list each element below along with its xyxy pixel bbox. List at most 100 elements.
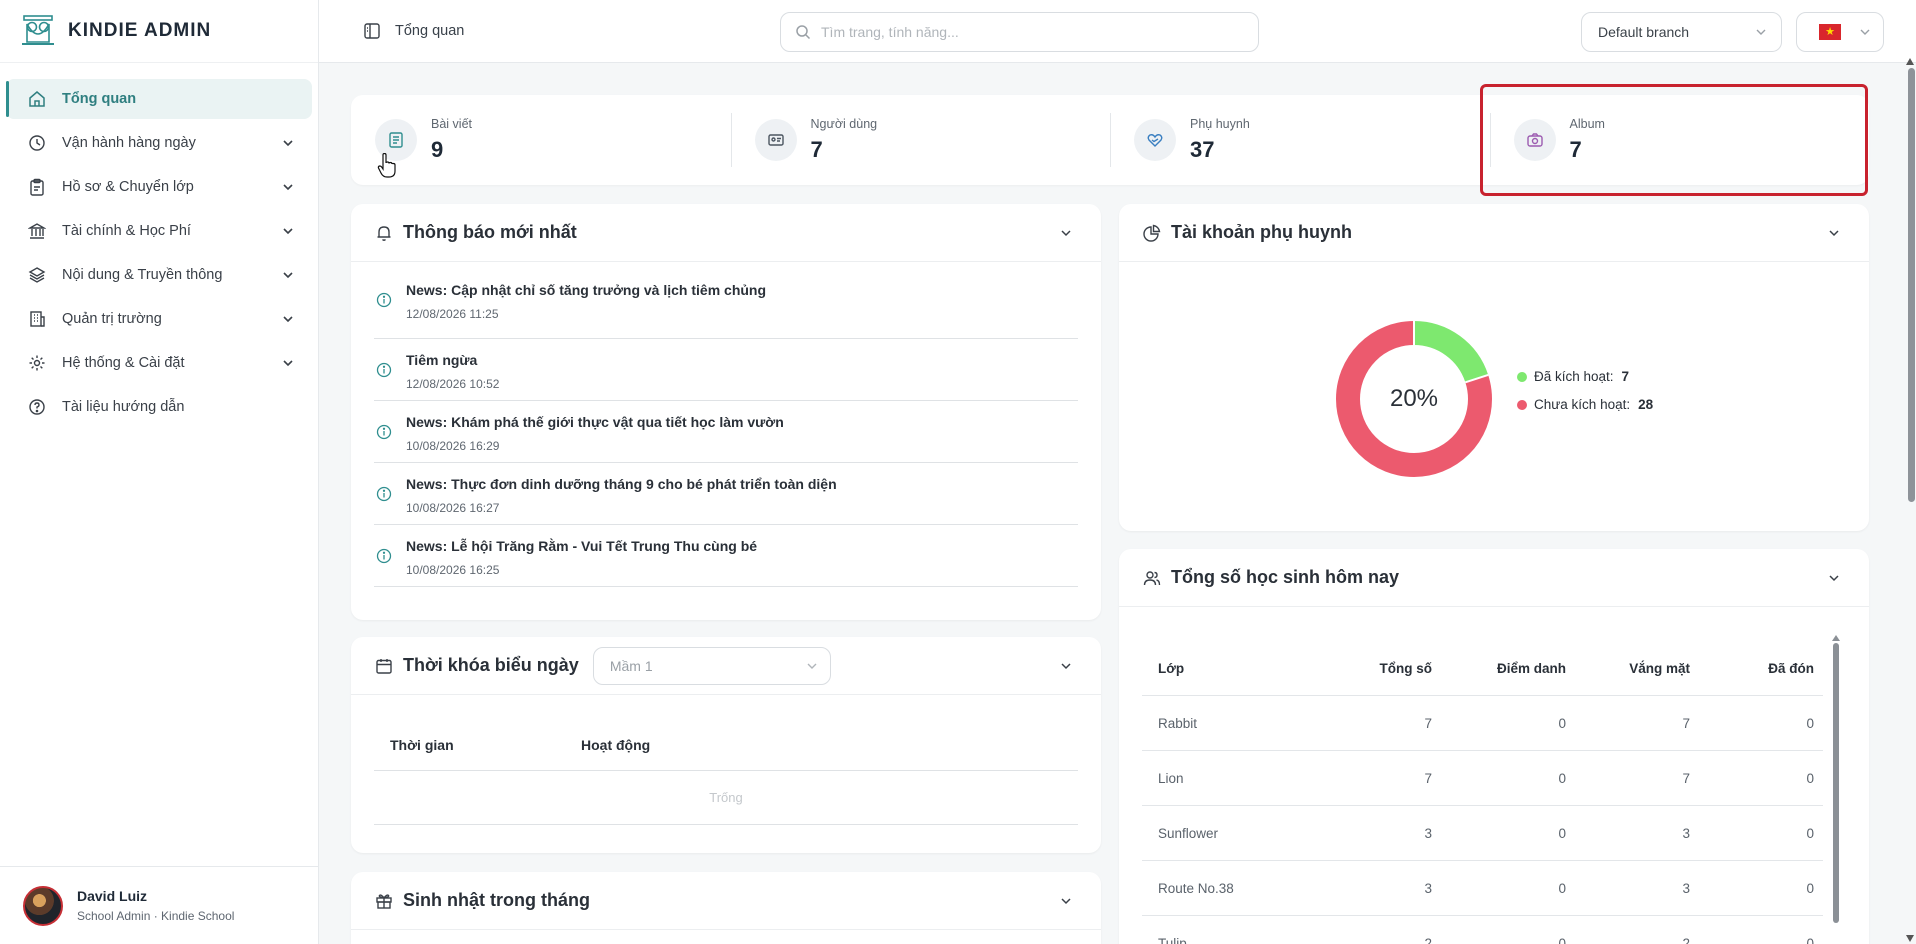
table-cell: 7 [1682, 770, 1690, 786]
table-scroll-up-arrow[interactable] [1832, 635, 1840, 641]
page-scroll-up-arrow[interactable] [1906, 58, 1914, 65]
stat-posts[interactable]: Bài viết 9 [351, 95, 731, 185]
table-cell: 3 [1424, 825, 1432, 841]
sidebar-item-label: Hồ sơ & Chuyển lớp [62, 179, 194, 195]
sidebar-item-label: Tổng quan [62, 91, 137, 107]
donut-legend: Đã kích hoạt: 7 Chưa kích hoạt: 28 [1517, 369, 1653, 425]
search-input[interactable] [821, 24, 1241, 40]
branch-select-value: Default branch [1598, 24, 1690, 40]
sidebar-item-daily-operations[interactable]: Vận hành hàng ngày [6, 123, 312, 163]
column-header: Hoạt động [581, 736, 651, 753]
legend-value: 7 [1621, 369, 1630, 384]
stat-label: Phụ huynh [1190, 117, 1250, 131]
notice-title: News: Thực đơn dinh dưỡng tháng 9 cho bé… [406, 476, 837, 492]
stat-label: Album [1569, 117, 1605, 131]
sidebar: KINDIE ADMIN Tổng quan Vận hành hàng ngà… [0, 0, 319, 944]
chevron-down-icon [282, 225, 294, 237]
info-icon [376, 486, 392, 502]
stat-value: 7 [810, 137, 823, 162]
table-cell: 7 [1424, 770, 1432, 786]
notice-title: News: Khám phá thế giới thực vật qua tiế… [406, 414, 784, 430]
table-row[interactable]: Tulip 2 0 2 0 [1142, 916, 1823, 944]
table-cell: Sunflower [1158, 825, 1219, 841]
chevron-down-icon[interactable] [1059, 226, 1073, 240]
list-item[interactable]: Tiêm ngừa 12/08/2026 10:52 [374, 339, 1078, 401]
chevron-down-icon[interactable] [1827, 226, 1841, 240]
table-row[interactable]: Route No.38 3 0 3 0 [1142, 861, 1823, 916]
page-scrollbar[interactable] [1908, 68, 1915, 502]
card-title: Thông báo mới nhất [403, 222, 577, 242]
table-row[interactable]: Lion 7 0 7 0 [1142, 751, 1823, 806]
table-cell: 0 [1558, 935, 1566, 944]
gift-icon [376, 893, 392, 909]
language-select[interactable]: ★ [1796, 12, 1884, 52]
id-card-icon [754, 119, 797, 161]
list-item[interactable]: News: Cập nhật chỉ số tăng trưởng và lịc… [374, 282, 1078, 339]
chevron-down-icon[interactable] [1059, 894, 1073, 908]
stat-parents[interactable]: Phụ huynh 37 [1110, 95, 1490, 185]
info-icon [376, 292, 392, 308]
daily-schedule-card: Thời khóa biểu ngày Mầm 1 Thời gian Hoạt… [351, 637, 1101, 853]
stat-users[interactable]: Người dùng 7 [730, 95, 1111, 185]
home-icon [28, 90, 46, 108]
table-row[interactable]: Rabbit 7 0 7 0 [1142, 696, 1823, 751]
sidebar-item-finance[interactable]: Tài chính & Học Phí [6, 211, 312, 251]
sidebar-item-school-admin[interactable]: Quản trị trường [6, 299, 312, 339]
building-icon [28, 310, 46, 328]
chevron-down-icon[interactable] [1827, 571, 1841, 585]
calendar-icon [376, 658, 392, 674]
avatar [23, 885, 63, 926]
list-item[interactable]: News: Lễ hội Trăng Rằm - Vui Tết Trung T… [374, 525, 1078, 587]
sidebar-item-docs[interactable]: Tài liệu hướng dẫn [6, 387, 312, 427]
chevron-down-icon [282, 313, 294, 325]
card-header[interactable]: Sinh nhật trong tháng [351, 872, 1101, 930]
card-header[interactable]: Tài khoản phụ huynh [1119, 204, 1869, 262]
list-item[interactable]: News: Khám phá thế giới thực vật qua tiế… [374, 401, 1078, 463]
table-row[interactable]: Sunflower 3 0 3 0 [1142, 806, 1823, 861]
notice-title: News: Lễ hội Trăng Rằm - Vui Tết Trung T… [406, 538, 758, 554]
card-title: Thời khóa biểu ngày [403, 655, 579, 675]
owl-logo-icon [22, 15, 54, 45]
column-header: Vắng mặt [1629, 660, 1690, 676]
column-header: Thời gian [390, 736, 454, 753]
card-header[interactable]: Thông báo mới nhất [351, 204, 1101, 262]
table-cell: 0 [1558, 715, 1566, 731]
sidebar-item-settings[interactable]: Hệ thống & Cài đặt [6, 343, 312, 383]
chevron-down-icon [282, 137, 294, 149]
search-box[interactable] [780, 12, 1259, 52]
table-cell: 2 [1424, 935, 1432, 944]
list-item[interactable]: News: Thực đơn dinh dưỡng tháng 9 cho bé… [374, 463, 1078, 525]
card-title: Sinh nhật trong tháng [403, 890, 590, 910]
hand-cursor-icon [377, 153, 396, 178]
chevron-down-icon[interactable] [1059, 659, 1073, 673]
sidebar-item-records[interactable]: Hồ sơ & Chuyển lớp [6, 167, 312, 207]
stat-album[interactable]: Album 7 [1489, 95, 1870, 185]
legend-label: Chưa kích hoạt: [1534, 397, 1631, 412]
sidebar-toggle-icon[interactable] [363, 22, 381, 40]
clipboard-icon [28, 178, 46, 196]
class-select[interactable]: Mầm 1 [592, 646, 831, 685]
info-icon [376, 362, 392, 378]
brand[interactable]: KINDIE ADMIN [0, 0, 318, 63]
stat-value: 37 [1190, 137, 1215, 162]
card-header[interactable]: Tổng số học sinh hôm nay [1119, 549, 1869, 607]
parent-accounts-card: Tài khoản phụ huynh 20% Đã kích hoạt: 7 … [1119, 204, 1869, 531]
sidebar-item-content[interactable]: Nội dung & Truyền thông [6, 255, 312, 295]
stat-value: 7 [1569, 137, 1582, 162]
card-header: Thời khóa biểu ngày Mầm 1 [351, 637, 1101, 695]
pie-chart-icon [1143, 224, 1161, 242]
chevron-down-icon [282, 181, 294, 193]
user-profile[interactable]: David Luiz School Admin · Kindie School [0, 866, 318, 944]
legend-item-activated[interactable]: Đã kích hoạt: 7 [1517, 369, 1653, 384]
sidebar-item-overview[interactable]: Tổng quan [6, 79, 312, 119]
page-scroll-down-arrow[interactable] [1906, 935, 1914, 942]
table-cell: 0 [1806, 935, 1814, 944]
table-cell: 3 [1682, 880, 1690, 896]
legend-value: 28 [1638, 397, 1654, 412]
legend-item-not-activated[interactable]: Chưa kích hoạt: 28 [1517, 397, 1653, 412]
table-scrollbar[interactable] [1833, 643, 1839, 923]
table-cell: 3 [1682, 825, 1690, 841]
card-title: Tổng số học sinh hôm nay [1171, 567, 1400, 587]
branch-select[interactable]: Default branch [1581, 12, 1782, 52]
class-select-value: Mầm 1 [609, 657, 653, 674]
